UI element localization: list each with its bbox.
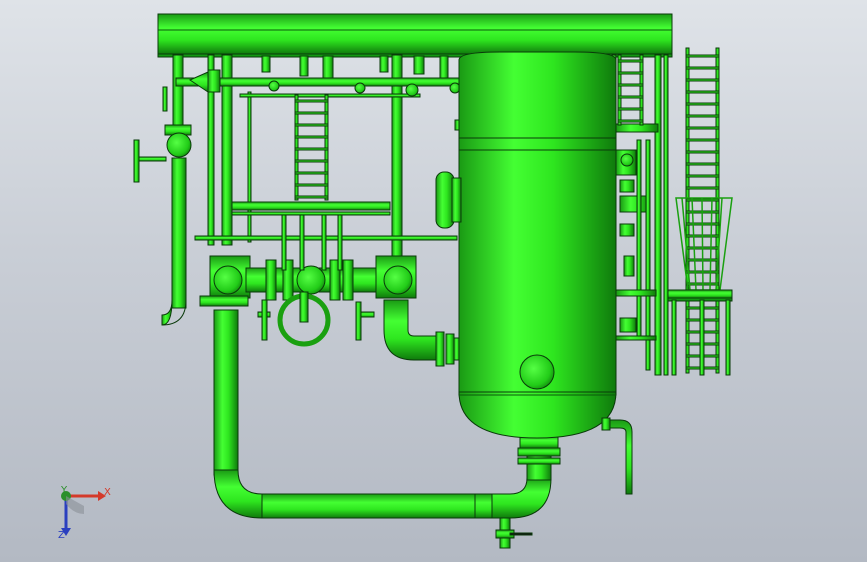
top-frame <box>157 13 673 58</box>
axis-x-label: X <box>104 487 111 498</box>
ladder-rung <box>294 135 329 139</box>
coordinate-triad: X Y Z <box>44 484 114 544</box>
ladder-rung <box>685 78 720 82</box>
ladder-rung <box>617 107 644 111</box>
ladder-rung <box>685 114 720 118</box>
ladder-rung <box>294 171 329 175</box>
vertical-vessel <box>435 51 617 439</box>
ladder-rung <box>294 195 329 199</box>
3d-model-view[interactable] <box>0 0 867 562</box>
ladder-rung <box>685 150 720 154</box>
ladder-rung <box>617 119 644 123</box>
platform <box>667 289 733 376</box>
ladder-rung <box>617 95 644 99</box>
ladder-rung <box>685 66 720 70</box>
ladder-rung <box>685 102 720 106</box>
ladder-rung <box>685 162 720 166</box>
ladder-rung <box>294 183 329 187</box>
left-ladder <box>294 94 329 201</box>
ladder-rung <box>617 59 644 63</box>
ladder-rung <box>617 71 644 75</box>
ladder-rung <box>685 126 720 130</box>
axis-z-label: Z <box>58 530 65 541</box>
ladder-rung <box>685 186 720 190</box>
ladder-rung <box>294 147 329 151</box>
ladder-rung <box>685 174 720 178</box>
ladder-rung <box>617 83 644 87</box>
ladder-rung <box>294 123 329 127</box>
cad-viewport[interactable]: X Y Z <box>0 0 867 562</box>
inner-ladder <box>617 54 644 126</box>
ladder-rung <box>294 159 329 163</box>
ladder-rung <box>294 99 329 103</box>
ladder-rung <box>685 54 720 58</box>
ladder-rung <box>685 90 720 94</box>
axis-y-label: Y <box>61 485 68 496</box>
ladder-rung <box>685 138 720 142</box>
ladder-rung <box>294 111 329 115</box>
